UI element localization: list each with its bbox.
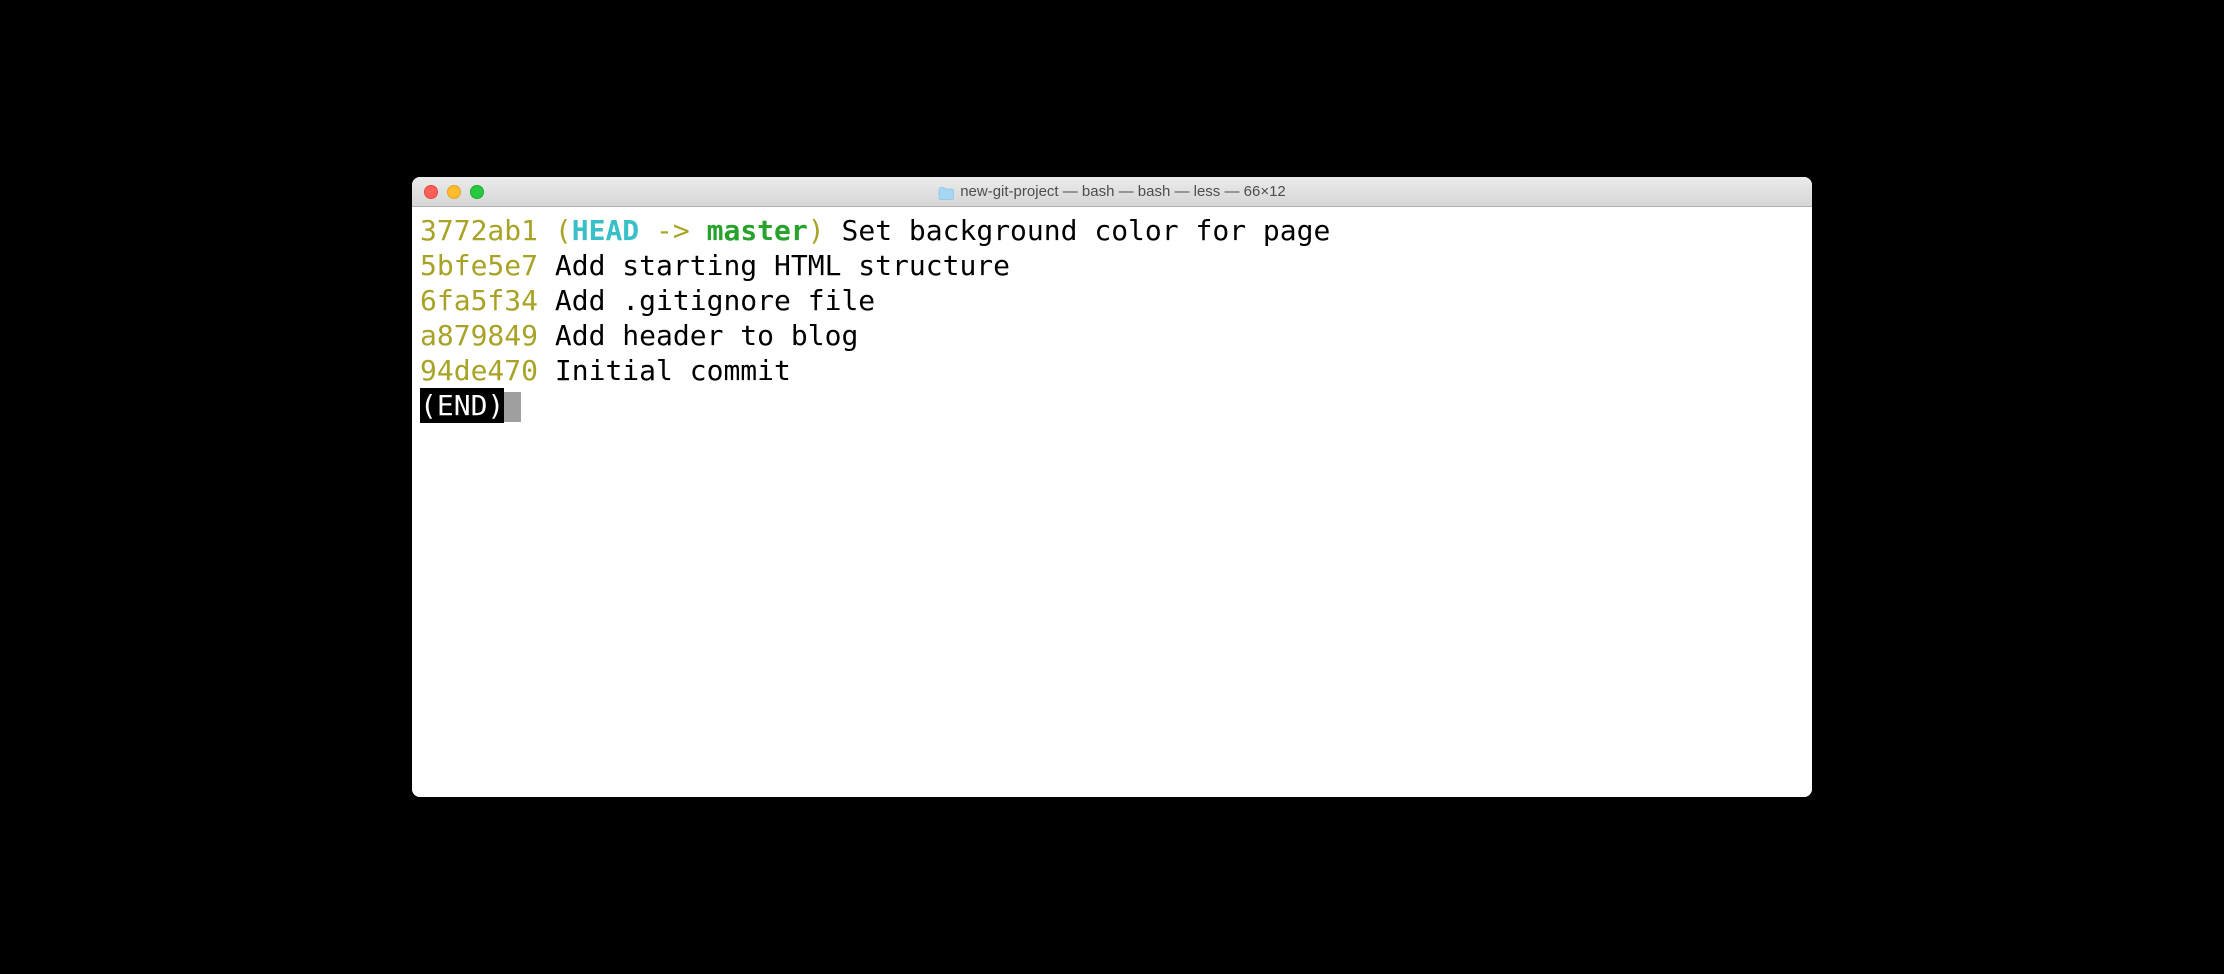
commit-line: 6fa5f34 Add .gitignore file <box>420 283 1804 318</box>
commit-message: Add header to blog <box>555 319 858 352</box>
branch-ref: master <box>707 214 808 247</box>
ref-arrow: -> <box>639 214 706 247</box>
cursor <box>504 392 521 422</box>
pager-end-line: (END) <box>420 388 1804 423</box>
commit-line: 3772ab1 (HEAD -> master) Set background … <box>420 213 1804 248</box>
commit-message: Initial commit <box>555 354 791 387</box>
commit-line: 94de470 Initial commit <box>420 353 1804 388</box>
window-title: new-git-project — bash — bash — less — 6… <box>960 183 1286 200</box>
terminal-window: new-git-project — bash — bash — less — 6… <box>412 177 1812 797</box>
commit-hash: 3772ab1 <box>420 214 538 247</box>
minimize-button[interactable] <box>447 185 461 199</box>
close-button[interactable] <box>424 185 438 199</box>
title-wrap: new-git-project — bash — bash — less — 6… <box>412 183 1812 200</box>
head-ref: HEAD <box>572 214 639 247</box>
commit-hash: 5bfe5e7 <box>420 249 538 282</box>
ref-paren-close: ) <box>808 214 825 247</box>
commit-message: Add .gitignore file <box>555 284 875 317</box>
traffic-lights <box>412 185 484 199</box>
commit-message: Add starting HTML structure <box>555 249 1010 282</box>
commit-hash: 6fa5f34 <box>420 284 538 317</box>
pager-end-marker: (END) <box>420 388 504 423</box>
folder-icon <box>938 185 954 198</box>
commit-message: Set background color for page <box>841 214 1330 247</box>
titlebar[interactable]: new-git-project — bash — bash — less — 6… <box>412 177 1812 207</box>
ref-paren-open: ( <box>555 214 572 247</box>
commit-hash: a879849 <box>420 319 538 352</box>
commit-line: a879849 Add header to blog <box>420 318 1804 353</box>
commit-line: 5bfe5e7 Add starting HTML structure <box>420 248 1804 283</box>
maximize-button[interactable] <box>470 185 484 199</box>
commit-hash: 94de470 <box>420 354 538 387</box>
terminal-body[interactable]: 3772ab1 (HEAD -> master) Set background … <box>412 207 1812 797</box>
